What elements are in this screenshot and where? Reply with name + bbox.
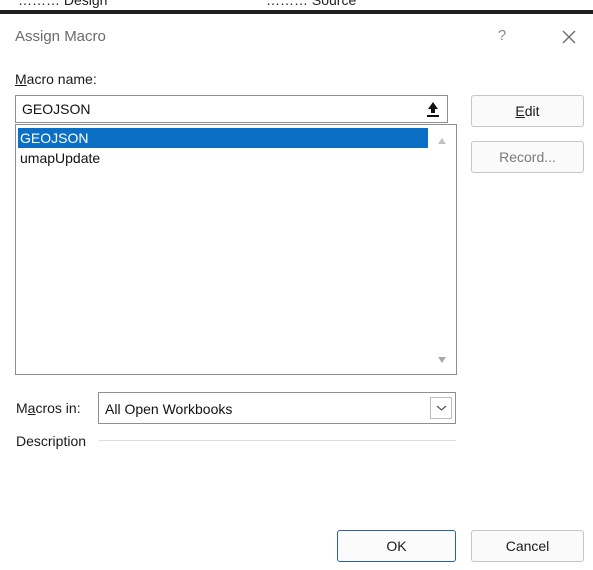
macros-in-dropdown-button[interactable]: [430, 397, 452, 419]
ok-button[interactable]: OK: [337, 530, 456, 562]
scroll-up-icon[interactable]: [437, 137, 447, 145]
help-icon: ?: [497, 27, 507, 44]
macros-in-select[interactable]: All Open Workbooks: [98, 392, 456, 424]
help-button[interactable]: ?: [490, 24, 514, 48]
background-ribbon-strip: ……… Design ……… Source: [0, 0, 593, 14]
macro-list-item-geojson[interactable]: GEOJSON: [18, 128, 428, 148]
dialog-titlebar: Assign Macro ?: [0, 14, 593, 60]
macro-name-label-accel: M: [15, 71, 27, 87]
background-fragment-left: ……… Design: [18, 0, 108, 8]
macros-in-label-pre: M: [16, 400, 28, 416]
macro-list-item-umapupdate[interactable]: umapUpdate: [18, 148, 428, 168]
collapse-arrow-icon: [427, 102, 439, 117]
dialog-title: Assign Macro: [15, 28, 106, 45]
close-button[interactable]: [556, 24, 582, 50]
description-label: Description: [16, 433, 87, 449]
macros-in-label: Macros in:: [16, 400, 81, 416]
chevron-down-icon: [436, 405, 447, 411]
macros-in-label-text: cros in:: [35, 400, 81, 416]
scroll-down-icon[interactable]: [437, 356, 447, 364]
macro-name-value: GEOJSON: [22, 101, 91, 117]
record-button[interactable]: Record...: [471, 141, 584, 173]
description-divider: [99, 440, 456, 441]
edit-button-text: dit: [524, 103, 540, 119]
macro-list[interactable]: GEOJSON umapUpdate: [15, 124, 457, 375]
macro-name-label: Macro name:: [15, 71, 97, 87]
edit-button[interactable]: Edit: [471, 95, 584, 127]
macro-name-input[interactable]: GEOJSON: [15, 95, 448, 123]
close-icon: [562, 30, 576, 44]
collapse-button[interactable]: [423, 99, 443, 119]
cancel-button[interactable]: Cancel: [471, 530, 584, 562]
macro-name-label-text: acro name:: [26, 71, 97, 87]
background-fragment-right: ……… Source: [266, 0, 357, 8]
edit-button-accel: E: [515, 103, 525, 119]
macro-list-scrollbar[interactable]: [428, 125, 456, 374]
macros-in-value: All Open Workbooks: [105, 401, 233, 417]
